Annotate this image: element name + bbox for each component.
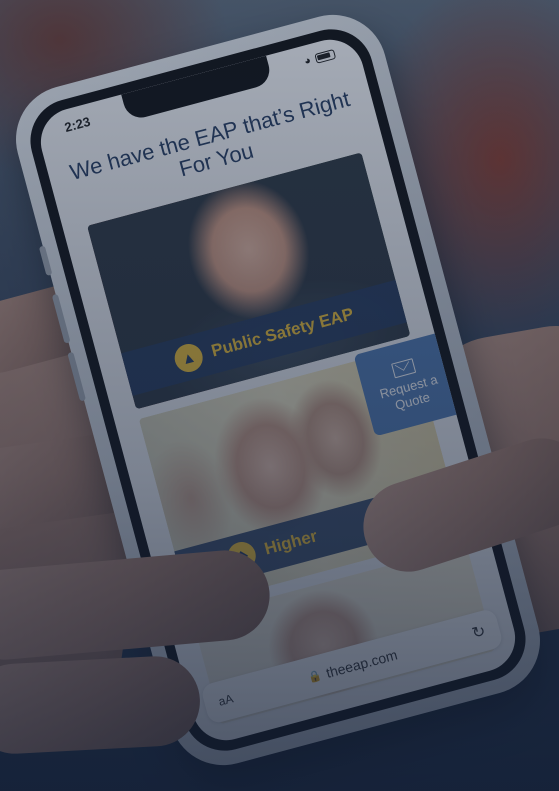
text-size-button[interactable]: aA bbox=[217, 691, 235, 708]
status-time: 2:23 bbox=[62, 113, 92, 135]
wifi-icon: ◕ bbox=[302, 54, 313, 68]
card-label: Higher bbox=[262, 526, 320, 559]
battery-icon bbox=[314, 48, 337, 64]
envelope-icon bbox=[390, 357, 417, 378]
fire-hydrant-icon: ▲ bbox=[171, 340, 206, 376]
url-text: theeap.com bbox=[324, 646, 400, 681]
left-finger bbox=[0, 654, 203, 756]
status-icons: ◕ bbox=[303, 48, 337, 68]
request-quote-label: Request a Quote bbox=[377, 371, 439, 413]
reload-icon[interactable]: ↻ bbox=[470, 621, 488, 644]
lock-icon: 🔒 bbox=[306, 669, 324, 685]
card-label: Public Safety EAP bbox=[209, 304, 356, 361]
